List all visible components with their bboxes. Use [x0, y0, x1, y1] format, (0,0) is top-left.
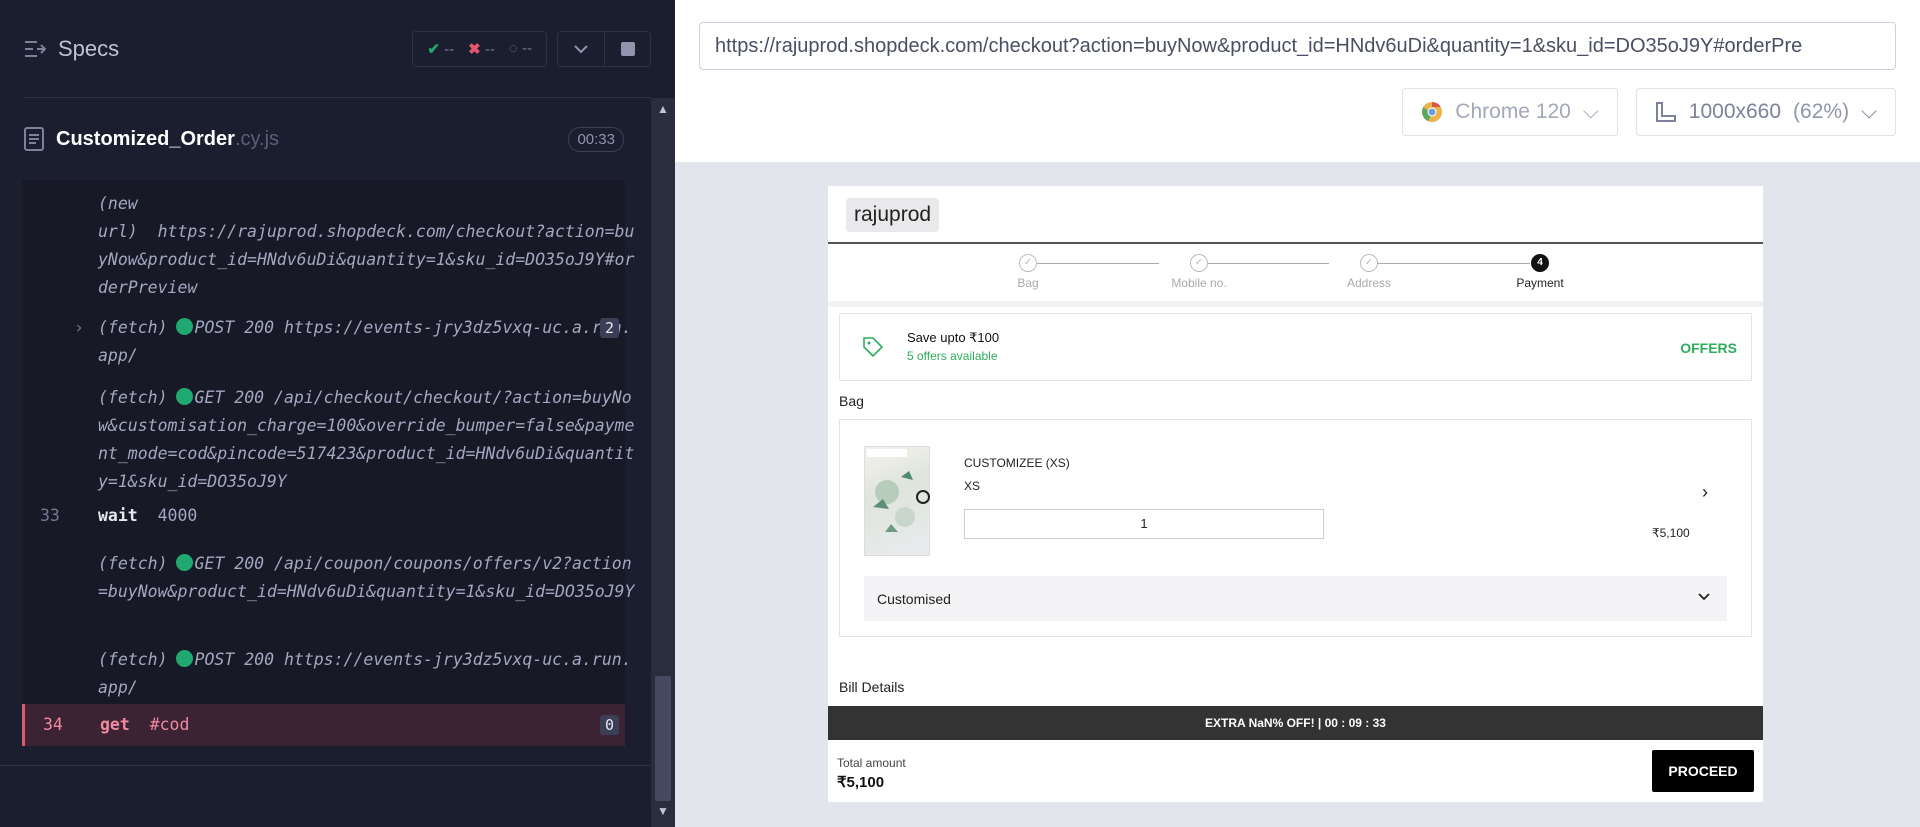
- command-log-panel: Specs ✔ -- ✖ -- ◌ -- Customized_Order.cy…: [0, 0, 675, 827]
- log-prefix: (fetch): [98, 650, 168, 669]
- chevron-right-icon[interactable]: ›: [74, 314, 84, 342]
- file-icon: [24, 127, 44, 151]
- chevron-down-icon: ⌵: [1582, 100, 1599, 123]
- log-entry-fetch[interactable]: (fetch) GET 200 /api/checkout/checkout/?a…: [22, 384, 634, 496]
- offers-button[interactable]: OFFERS: [1680, 340, 1737, 356]
- log-entry-fetch[interactable]: (fetch) POST 200 https://events-jry3dz5vx…: [22, 646, 632, 702]
- log-text: (new url) https://rajuprod.shopdeck.com/…: [98, 194, 635, 297]
- spec-file-name: Customized_Order: [56, 127, 235, 150]
- status-dot: [175, 388, 193, 405]
- checkout-footer: Total amount ₹5,100 PROCEED: [828, 740, 1763, 802]
- log-arg: 4000: [157, 506, 198, 525]
- brand-logo[interactable]: rajuprod: [846, 198, 940, 232]
- reporter-header: Specs ✔ -- ✖ -- ◌ --: [24, 0, 651, 98]
- check-icon: ✓: [1360, 254, 1378, 272]
- log-count-badge: 0: [599, 715, 619, 735]
- ruler-icon: [1655, 102, 1676, 122]
- log-prefix: (fetch): [98, 554, 168, 573]
- step-payment: 4 Payment: [1480, 254, 1600, 290]
- spec-duration: 00:33: [568, 126, 624, 152]
- customised-dropdown[interactable]: Customised: [864, 576, 1727, 621]
- chrome-icon: [1422, 101, 1443, 122]
- aut-header: https://rajuprod.shopdeck.com/checkout?a…: [675, 0, 1920, 162]
- log-entry-fetch[interactable]: › (fetch) POST 200 https://events-jry3dz5…: [22, 314, 632, 370]
- specs-label: Specs: [58, 35, 120, 61]
- viewport-zoom: (62%): [1793, 100, 1850, 123]
- viewport-selector[interactable]: 1000x660 (62%) ⌵: [1635, 88, 1896, 136]
- status-dot: [175, 650, 193, 667]
- spec-file-header[interactable]: Customized_Order.cy.js 00:33: [24, 118, 624, 160]
- check-icon: ✓: [1019, 254, 1037, 272]
- log-command: wait: [98, 506, 138, 525]
- viewport-size: 1000x660: [1688, 100, 1782, 123]
- total-amount: ₹5,100: [837, 774, 885, 791]
- scrollbar-thumb[interactable]: [655, 676, 671, 801]
- passed-count: --: [444, 40, 455, 58]
- chevron-down-icon[interactable]: [558, 32, 604, 66]
- check-icon: ✔: [427, 40, 440, 58]
- log-prefix: (fetch): [98, 318, 168, 337]
- log-text: GET 200 /api/checkout/checkout/?action=b…: [98, 388, 635, 491]
- offers-subtitle: 5 offers available: [907, 349, 998, 363]
- log-entry-get-failed[interactable]: 34 get #cod 0: [22, 704, 625, 746]
- browser-selector[interactable]: Chrome 120 ⌵: [1402, 88, 1618, 136]
- stop-icon[interactable]: [604, 31, 650, 66]
- command-log: (new url) https://rajuprod.shopdeck.com/…: [22, 180, 634, 746]
- bag-title: Bag: [839, 393, 864, 409]
- chevron-right-icon[interactable]: ›: [1702, 482, 1708, 503]
- log-count-badge: 2: [599, 318, 619, 338]
- pending-count: --: [522, 40, 532, 57]
- log-number: 34: [43, 715, 63, 734]
- log-entry-fetch[interactable]: (fetch) GET 200 /api/coupon/coupons/offer…: [22, 550, 634, 634]
- log-number: 33: [40, 506, 60, 525]
- stats-box: ✔ -- ✖ -- ◌ --: [412, 30, 547, 67]
- checkout-stepper: ✓ Bag ✓ Mobile no. ✓ Address 4 Payment: [828, 254, 1763, 294]
- promo-banner: EXTRA NaN% OFF! | 00 : 09 : 33: [828, 706, 1763, 740]
- chevron-down-icon: [1698, 593, 1710, 601]
- bag-card: CUSTOMIZEE (XS) XS 1 ₹5,100 › Customised: [839, 419, 1752, 637]
- pending-icon: ◌: [508, 40, 518, 57]
- log-arg: #cod: [149, 715, 190, 734]
- tag-icon: [863, 337, 884, 358]
- log-command: get: [100, 715, 130, 734]
- offers-card[interactable]: Save upto ₹100 5 offers available OFFERS: [839, 313, 1752, 381]
- aut-url[interactable]: https://rajuprod.shopdeck.com/checkout?a…: [699, 22, 1896, 70]
- divider: [0, 765, 650, 766]
- scroll-up-icon[interactable]: ▲: [657, 102, 669, 116]
- controls-box: [557, 30, 651, 67]
- quantity-field[interactable]: 1: [964, 509, 1324, 539]
- header-divider: [828, 242, 1763, 244]
- failed-count: --: [484, 40, 495, 58]
- step-mobile: ✓ Mobile no.: [1139, 254, 1259, 290]
- browser-label: Chrome 120: [1455, 100, 1571, 123]
- log-entry-new-url[interactable]: (new url) https://rajuprod.shopdeck.com/…: [22, 190, 634, 297]
- product-price: ₹5,100: [1652, 526, 1690, 540]
- aut-panel: https://rajuprod.shopdeck.com/checkout?a…: [675, 0, 1920, 827]
- app-frame: rajuprod ✓ Bag ✓ Mobile no. ✓ Address 4 Paym…: [828, 186, 1763, 802]
- product-image[interactable]: [864, 446, 930, 556]
- product-name: CUSTOMIZEE (XS): [964, 456, 1070, 470]
- section-separator: [828, 301, 1763, 307]
- status-dot: [175, 554, 193, 571]
- step-address: ✓ Address: [1309, 254, 1429, 290]
- proceed-button[interactable]: PROCEED: [1652, 750, 1754, 792]
- specs-list-icon: [25, 40, 46, 57]
- chevron-down-icon: ⌵: [1861, 100, 1877, 123]
- log-scrollbar[interactable]: ▲ ▼: [651, 98, 675, 827]
- total-label: Total amount: [837, 756, 906, 770]
- log-entry-wait[interactable]: 33 wait 4000: [22, 502, 625, 530]
- spec-file-ext: .cy.js: [234, 127, 280, 150]
- specs-toggle[interactable]: Specs: [24, 36, 119, 62]
- cross-icon: ✖: [468, 40, 481, 58]
- step-bag: ✓ Bag: [968, 254, 1088, 290]
- scroll-down-icon[interactable]: ▼: [657, 804, 669, 818]
- bill-details-title: Bill Details: [839, 679, 905, 695]
- customised-label: Customised: [877, 591, 951, 607]
- offers-title: Save upto ₹100: [907, 330, 1000, 345]
- check-icon: ✓: [1190, 254, 1208, 272]
- status-dot: [175, 318, 193, 335]
- step-number: 4: [1531, 254, 1549, 272]
- product-size: XS: [964, 479, 981, 493]
- log-prefix: (fetch): [98, 388, 168, 407]
